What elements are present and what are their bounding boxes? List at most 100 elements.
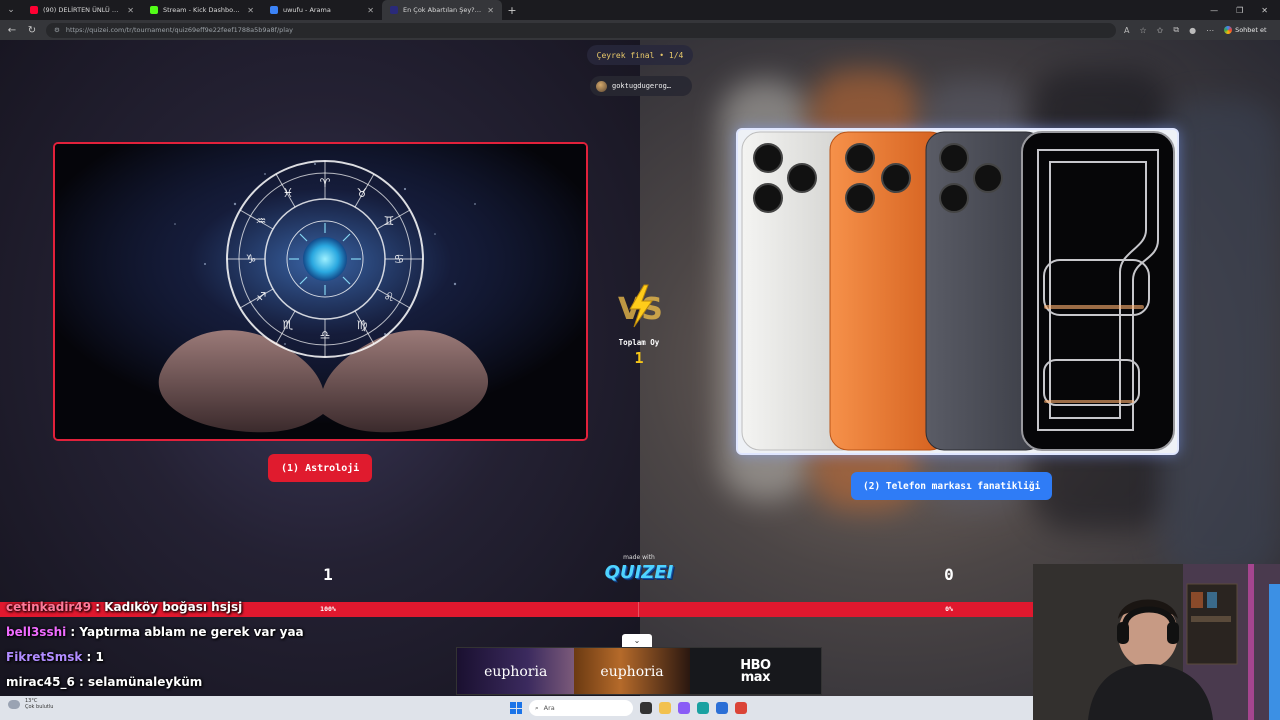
address-bar[interactable]: ⚙ https://quizei.com/tr/tournament/quiz6… [46,22,1116,38]
chat-text: Kadıköy boğası hsjsj [104,600,243,614]
ad-panel-euphoria-2: euphoria [574,648,690,694]
astrology-image: ♈ ♉ ♊ ♋ ♌ ♍ ♎ ♏ ♐ ♑ ♒ ♓ [55,144,586,439]
right-percent: 0% [945,605,953,613]
task-view-icon[interactable] [640,702,652,714]
windows-start-icon[interactable] [510,702,522,714]
taskbar-search-placeholder: Ara [543,704,555,712]
webcam-overlay [1033,564,1280,720]
creator-avatar [596,80,607,92]
total-votes-label: Toplam Oy [618,338,660,347]
tab-search-icon[interactable]: ⌄ [0,0,22,20]
screen: ⌄ (90) DELİRTEN ÜNLÜ BİLME OYUN ✕ Stream… [0,0,1280,720]
taskbar-search[interactable]: ⌕ Ara [529,700,633,716]
tab-title: Stream - Kick Dashboard [163,6,243,14]
quizei-logo[interactable]: QUIZEI [602,562,676,583]
option-card-phone-brands[interactable] [736,128,1179,455]
creator-chip[interactable]: goktugdugerog… [590,76,692,96]
close-icon[interactable]: ✕ [127,6,134,15]
svg-text:♎: ♎ [320,328,331,342]
browser-tab-youtube[interactable]: (90) DELİRTEN ÜNLÜ BİLME OYUN ✕ [22,0,142,20]
taskbar-apps: ⌕ Ara [510,698,747,718]
max-text: max [740,670,771,685]
chat-username: bell3sshi [6,625,67,639]
new-tab-icon[interactable]: + [502,4,522,17]
svg-text:♐: ♐ [256,290,267,304]
tab-title: (90) DELİRTEN ÜNLÜ BİLME OYUN [43,6,122,14]
back-arrow-icon[interactable]: ← [6,25,18,36]
ad-panel-euphoria-1: euphoria [457,648,575,694]
window-controls: — ❐ ✕ [1210,0,1276,20]
chat-text: Yaptırma ablam ne gerek var yaa [79,625,304,639]
browser-tab-kick[interactable]: Stream - Kick Dashboard ✕ [142,0,262,20]
edge-browser-icon[interactable] [697,702,709,714]
minimize-icon[interactable]: — [1210,6,1218,15]
copilot-chat-button[interactable]: Sohbet et [1224,26,1267,34]
left-score: 1 [323,565,333,584]
svg-text:♈: ♈ [320,176,331,190]
chrome-icon[interactable] [735,702,747,714]
option-label-left[interactable]: (1) Astroloji [268,454,373,482]
chat-message: mirac45_6 : selamünaleyküm [6,675,203,689]
close-window-icon[interactable]: ✕ [1261,6,1268,15]
chat-username: mirac45_6 [6,675,75,689]
bookmark-star-icon[interactable]: ☆ [1139,26,1146,35]
creator-name: goktugdugerog… [612,82,672,90]
svg-text:♑: ♑ [246,252,257,266]
chat-username: FikretSmsk [6,650,83,664]
phones-image [738,130,1177,453]
browser-toolbar: ← ↻ ⚙ https://quizei.com/tr/tournament/q… [0,20,1280,40]
svg-text:♋: ♋ [394,252,405,266]
maximize-icon[interactable]: ❐ [1236,6,1243,15]
option-label-right[interactable]: (2) Telefon markası fanatikliği [851,472,1053,500]
total-votes-value: 1 [634,349,644,367]
ad-banner[interactable]: euphoria euphoria HBO max [456,647,822,695]
chat-text: selamünaleyküm [87,675,203,689]
chat-message: cetinkadir49 : Kadıköy boğası hsjsj [6,600,243,614]
chat-username: cetinkadir49 [6,600,92,614]
copilot-icon [1224,26,1233,34]
kick-favicon-icon [150,6,158,14]
tab-title: En Çok Abartılan Şey?#2 - Tier Lis [403,6,483,14]
windows-taskbar: 13°C Çok bulutlu ⌕ Ara [0,696,1033,720]
cloud-icon [8,699,20,709]
copilot-icon[interactable] [678,702,690,714]
close-icon[interactable]: ✕ [487,6,494,15]
round-badge: Çeyrek final • 1/4 [587,45,693,65]
close-icon[interactable]: ✕ [367,6,374,15]
profile-avatar-icon[interactable]: ● [1189,26,1196,35]
site-info-icon[interactable]: ⚙ [54,26,60,34]
chat-button-label: Sohbet et [1235,26,1267,34]
progress-divider [638,602,639,617]
file-explorer-icon[interactable] [659,702,671,714]
url-text: https://quizei.com/tr/tournament/quiz69e… [65,26,293,34]
chat-message: bell3sshi : Yaptırma ablam ne gerek var … [6,625,304,639]
weather-desc: Çok bulutlu [25,704,54,710]
reload-icon[interactable]: ↻ [26,25,38,36]
browser-tab-search[interactable]: uwufu - Arama ✕ [262,0,382,20]
vs-lightning-icon: VS [618,284,663,328]
streamer-webcam-image [1033,564,1280,720]
ad-panel-hbomax: HBO max [689,648,821,694]
left-percent: 100% [320,605,336,613]
translate-icon[interactable]: A [1124,26,1129,35]
browser-tab-strip: ⌄ (90) DELİRTEN ÜNLÜ BİLME OYUN ✕ Stream… [0,0,1280,20]
store-icon[interactable] [716,702,728,714]
tab-title: uwufu - Arama [283,6,331,14]
ad-collapse-chevron-icon[interactable]: ⌄ [622,634,652,647]
right-score: 0 [944,565,954,584]
youtube-favicon-icon [30,6,38,14]
more-menu-icon[interactable]: ⋯ [1206,26,1214,35]
favorites-icon[interactable]: ✩ [1157,26,1164,35]
search-icon: ⌕ [535,703,539,712]
svg-text:♊: ♊ [384,214,395,228]
chat-text: 1 [95,650,104,664]
svg-text:♏: ♏ [283,318,294,332]
browser-tab-quizei[interactable]: En Çok Abartılan Şey?#2 - Tier Lis ✕ [382,0,502,20]
close-icon[interactable]: ✕ [247,6,254,15]
svg-text:♍: ♍ [357,318,368,332]
svg-text:♒: ♒ [256,214,267,228]
weather-widget[interactable]: 13°C Çok bulutlu [8,698,53,710]
extensions-icon[interactable]: ⧉ [1173,25,1179,35]
quizei-favicon-icon [390,6,398,14]
option-card-astrology[interactable]: ♈ ♉ ♊ ♋ ♌ ♍ ♎ ♏ ♐ ♑ ♒ ♓ [53,142,588,441]
